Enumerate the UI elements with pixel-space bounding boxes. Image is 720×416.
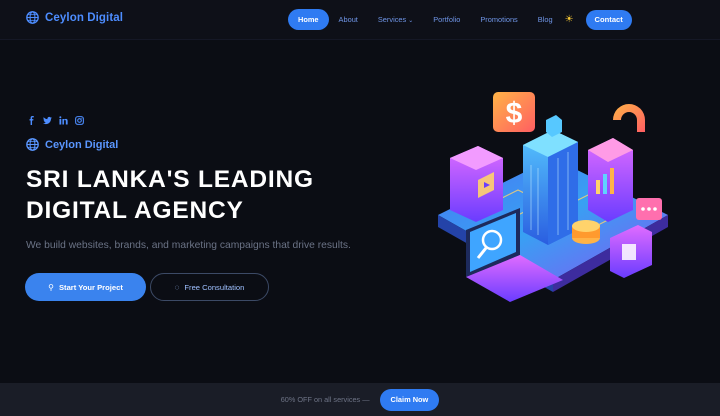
nav-link-promotions[interactable]: Promotions <box>470 9 527 30</box>
isometric-city-illustration: $ <box>438 92 668 302</box>
start-project-button[interactable]: ⚲ Start Your Project <box>25 273 146 301</box>
nav-link-services-label: Services <box>377 15 407 24</box>
linkedin-icon[interactable] <box>59 116 68 125</box>
promo-text: 60% OFF on all services — <box>280 395 370 404</box>
globe-icon <box>26 11 39 24</box>
hero-headline-line2: DIGITAL AGENCY <box>26 197 244 224</box>
nav-link-blog[interactable]: Blog <box>528 9 563 30</box>
claim-now-button[interactable]: Claim Now <box>379 388 440 411</box>
chat-bubble-icon: ◌ <box>174 282 180 292</box>
instagram-icon[interactable] <box>75 116 84 125</box>
hero-brand-name: Ceylon Digital <box>45 138 119 151</box>
twitter-icon[interactable] <box>43 116 52 125</box>
brand-name: Ceylon Digital <box>45 11 124 24</box>
social-links <box>27 116 84 125</box>
promo-bar: 60% OFF on all services — Claim Now <box>0 383 720 416</box>
nav-links: Home About Services ⌄ Portfolio Promotion… <box>288 9 632 30</box>
top-navbar: Ceylon Digital Home About Services ⌄ Port… <box>0 0 720 40</box>
chevron-down-icon: ⌄ <box>408 18 414 24</box>
hero-brand: Ceylon Digital <box>26 138 118 151</box>
nav-link-home[interactable]: Home <box>288 9 329 30</box>
start-project-label: Start Your Project <box>58 282 123 292</box>
contact-button[interactable]: Contact <box>585 9 632 30</box>
hero-subtitle: We build websites, brands, and marketing… <box>26 240 351 251</box>
nav-link-services[interactable]: Services ⌄ <box>368 9 423 30</box>
hero-headline: SRI LANKA'S LEADING DIGITAL AGENCY <box>26 164 386 226</box>
free-consultation-button[interactable]: ◌ Free Consultation <box>150 273 269 301</box>
nav-link-portfolio[interactable]: Portfolio <box>423 9 470 30</box>
facebook-icon[interactable] <box>27 116 36 125</box>
free-consultation-label: Free Consultation <box>184 282 245 292</box>
hero-headline-line1: SRI LANKA'S LEADING <box>26 166 314 193</box>
sun-icon[interactable]: ☀ <box>565 9 574 30</box>
brand-logo[interactable]: Ceylon Digital <box>26 11 123 24</box>
svg-text:$: $ <box>506 97 523 130</box>
nav-link-about[interactable]: About <box>329 9 368 30</box>
globe-icon <box>26 138 39 151</box>
rocket-icon: ⚲ <box>48 282 54 292</box>
